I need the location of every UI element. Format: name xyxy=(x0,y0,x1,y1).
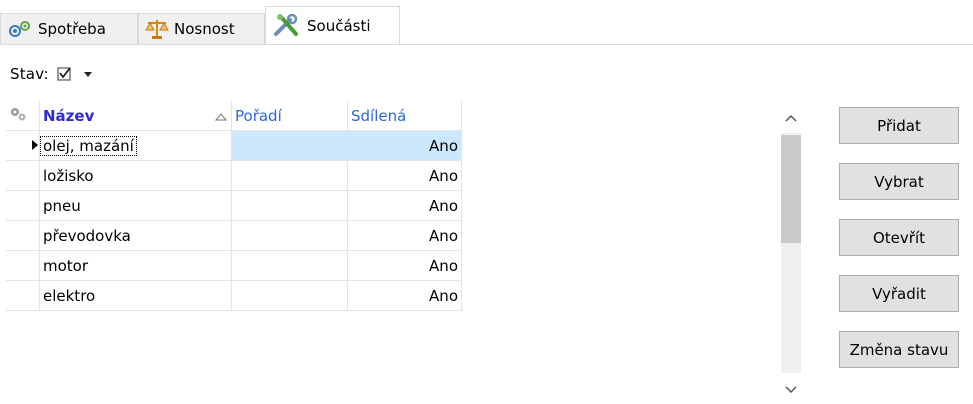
tab-label: Spotřeba xyxy=(38,20,106,38)
column-header-poradi[interactable]: Pořadí xyxy=(232,101,348,131)
cell-name[interactable]: pneu xyxy=(40,191,232,221)
cell-shared[interactable]: Ano xyxy=(348,161,462,191)
cell-order[interactable] xyxy=(232,221,348,251)
cell-order[interactable] xyxy=(232,131,348,161)
tab-strip: Spotřeba Nosnost Součásti xyxy=(0,0,973,45)
tab-label: Součásti xyxy=(307,17,371,35)
column-header-sdilena[interactable]: Sdílená xyxy=(348,101,462,131)
table-row[interactable]: elektro Ano xyxy=(6,281,462,311)
add-button[interactable]: Přidat xyxy=(839,107,959,144)
row-indicator xyxy=(6,221,40,251)
row-indicator xyxy=(6,131,40,161)
cell-shared[interactable]: Ano xyxy=(348,191,462,221)
row-indicator xyxy=(6,191,40,221)
column-header-label: Pořadí xyxy=(235,106,282,125)
table-row[interactable]: ložisko Ano xyxy=(6,161,462,191)
current-row-arrow-icon xyxy=(31,137,39,155)
cell-shared[interactable]: Ano xyxy=(348,221,462,251)
cell-shared[interactable]: Ano xyxy=(348,281,462,311)
row-indicator xyxy=(6,281,40,311)
column-header-label: Sdílená xyxy=(351,106,407,125)
cell-order[interactable] xyxy=(232,191,348,221)
settings-gears-icon[interactable] xyxy=(9,106,29,126)
scales-icon xyxy=(145,18,169,40)
cell-order[interactable] xyxy=(232,251,348,281)
cell-name[interactable]: ložisko xyxy=(40,161,232,191)
table-row[interactable]: motor Ano xyxy=(6,251,462,281)
change-state-button[interactable]: Změna stavu xyxy=(839,331,959,368)
table-row[interactable]: pneu Ano xyxy=(6,191,462,221)
cell-name[interactable]: převodovka xyxy=(40,221,232,251)
column-header-label: Název xyxy=(43,106,95,125)
tools-icon xyxy=(272,14,302,38)
column-header-nazev[interactable]: Název xyxy=(40,101,232,131)
column-chooser-cell[interactable] xyxy=(6,101,40,131)
cell-name[interactable]: motor xyxy=(40,251,232,281)
row-indicator xyxy=(6,161,40,191)
select-button[interactable]: Vybrat xyxy=(839,163,959,200)
checkbox-checked-icon[interactable] xyxy=(57,66,73,82)
components-panel: Spotřeba Nosnost Součásti Stav: Název Po… xyxy=(0,0,973,404)
cell-name[interactable]: olej, mazání xyxy=(40,131,232,161)
chevron-down-icon[interactable] xyxy=(81,69,95,79)
scroll-up-button[interactable] xyxy=(777,103,805,131)
row-indicator xyxy=(6,251,40,281)
cell-shared[interactable]: Ano xyxy=(348,251,462,281)
open-button[interactable]: Otevřít xyxy=(839,219,959,256)
table-row[interactable]: převodovka Ano xyxy=(6,221,462,251)
cell-order[interactable] xyxy=(232,281,348,311)
cell-shared[interactable]: Ano xyxy=(348,131,462,161)
retire-button[interactable]: Vyřadit xyxy=(839,275,959,312)
tab-soucasti[interactable]: Součásti xyxy=(265,6,400,45)
grid-vertical-scrollbar[interactable] xyxy=(777,103,805,403)
scroll-thumb[interactable] xyxy=(781,135,801,243)
table-row[interactable]: olej, mazání Ano xyxy=(6,131,462,161)
scroll-down-button[interactable] xyxy=(777,375,805,403)
chevron-up-icon xyxy=(785,108,797,126)
state-filter: Stav: xyxy=(10,64,95,84)
state-filter-label: Stav: xyxy=(10,65,49,83)
chevron-down-icon xyxy=(785,380,797,398)
cell-order[interactable] xyxy=(232,161,348,191)
cell-text: olej, mazání xyxy=(40,135,137,156)
tab-underline xyxy=(0,44,973,45)
gears-icon xyxy=(7,19,33,39)
tab-nosnost[interactable]: Nosnost xyxy=(138,13,265,44)
grid-header-row: Název Pořadí Sdílená xyxy=(6,101,462,131)
tab-spotreba[interactable]: Spotřeba xyxy=(0,13,138,44)
sort-ascending-icon xyxy=(214,108,228,126)
tab-label: Nosnost xyxy=(174,20,235,38)
cell-name[interactable]: elektro xyxy=(40,281,232,311)
